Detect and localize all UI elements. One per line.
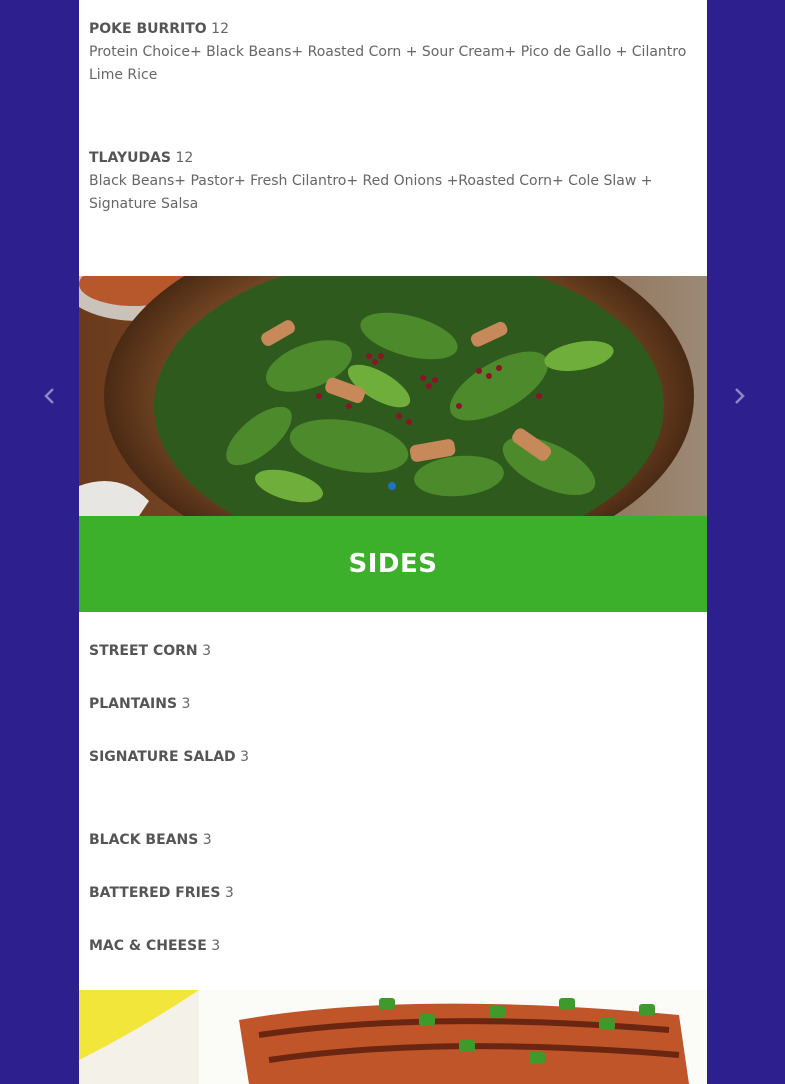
menu-item-name: TLAYUDAS [89, 150, 172, 166]
chevron-right-icon [735, 388, 745, 404]
side-item-price: 3 [224, 885, 234, 901]
side-item: PLANTAINS 3 [89, 696, 190, 712]
slider-prev-button[interactable] [38, 384, 62, 408]
side-item-name: SIGNATURE SALAD [89, 749, 236, 765]
salad-slider-image [79, 276, 707, 516]
sides-title: SIDES [348, 549, 438, 579]
side-item-price: 3 [181, 696, 191, 712]
sides-banner: SIDES [79, 516, 707, 612]
side-item-name: PLANTAINS [89, 696, 178, 712]
side-item: MAC & CHEESE 3 [89, 938, 220, 954]
slider-next-button[interactable] [727, 384, 751, 408]
side-item-price: 3 [202, 643, 212, 659]
slider-dot-active[interactable] [388, 482, 396, 490]
grilled-fish-photo [79, 990, 707, 1084]
grilled-fish-image [79, 990, 707, 1084]
menu-item: TLAYUDAS 12 Black Beans+ Pastor+ Fresh C… [89, 147, 689, 216]
side-item-price: 3 [211, 938, 221, 954]
side-item-name: BATTERED FRIES [89, 885, 221, 901]
menu-item-name: POKE BURRITO [89, 21, 207, 37]
side-item: STREET CORN 3 [89, 643, 211, 659]
side-item-price: 3 [240, 749, 250, 765]
side-item-price: 3 [202, 832, 212, 848]
chevron-left-icon [44, 388, 54, 404]
side-item-name: STREET CORN [89, 643, 198, 659]
menu-item-description: Black Beans+ Pastor+ Fresh Cilantro+ Red… [89, 173, 653, 212]
side-item: SIGNATURE SALAD 3 [89, 749, 249, 765]
side-item-name: BLACK BEANS [89, 832, 199, 848]
menu-item-price: 12 [211, 21, 229, 37]
menu-item-description: Protein Choice+ Black Beans+ Roasted Cor… [89, 44, 687, 83]
salad-photo [79, 276, 707, 516]
side-item-name: MAC & CHEESE [89, 938, 207, 954]
menu-item-price: 12 [175, 150, 194, 166]
menu-column: POKE BURRITO 12 Protein Choice+ Black Be… [79, 0, 707, 1084]
menu-item: POKE BURRITO 12 Protein Choice+ Black Be… [89, 18, 689, 87]
side-item: BATTERED FRIES 3 [89, 885, 234, 901]
side-item: BLACK BEANS 3 [89, 832, 212, 848]
